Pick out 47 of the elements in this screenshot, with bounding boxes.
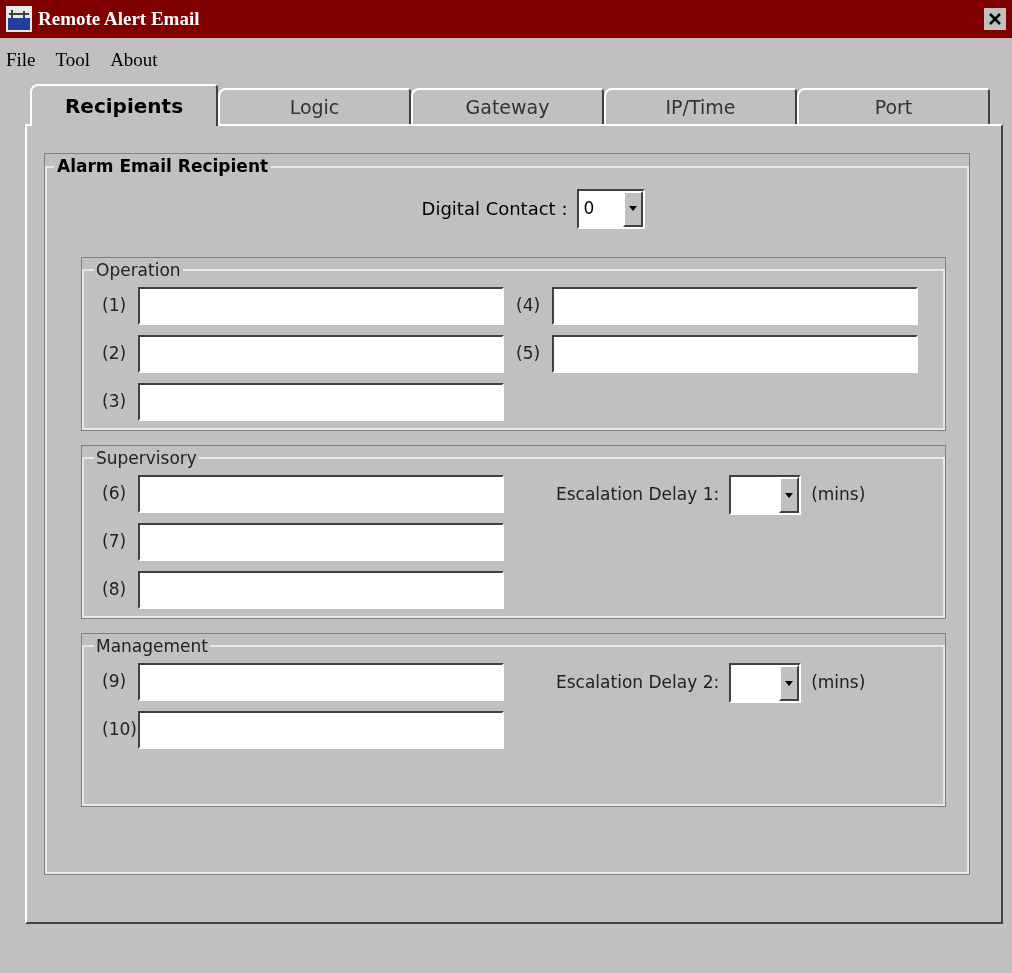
menu-item[interactable]: About bbox=[110, 45, 158, 75]
menu-item[interactable]: File bbox=[6, 45, 36, 75]
dropdown[interactable]: 0 bbox=[577, 188, 646, 229]
field-label: (3) bbox=[102, 390, 128, 414]
section-title: Supervisory bbox=[95, 446, 198, 470]
section-title: Operation bbox=[95, 258, 182, 282]
section-title: Management bbox=[95, 634, 209, 658]
tab[interactable]: Recipients bbox=[30, 84, 218, 126]
field-label: (2) bbox=[102, 342, 128, 366]
field-label: (8) bbox=[102, 578, 128, 602]
field-label: (5) bbox=[516, 342, 542, 366]
dropdown[interactable] bbox=[729, 475, 802, 515]
email-field[interactable] bbox=[138, 571, 504, 609]
field-label: (9) bbox=[102, 670, 128, 694]
escalation-label: Escalation Delay 2: bbox=[556, 671, 720, 695]
field-label: (4) bbox=[516, 294, 542, 318]
field-label: (10) bbox=[102, 718, 138, 742]
unit-label: (mins) bbox=[811, 671, 866, 695]
unit-label: (mins) bbox=[811, 483, 866, 507]
email-field[interactable] bbox=[138, 287, 504, 325]
email-field[interactable] bbox=[552, 335, 918, 373]
email-field[interactable] bbox=[138, 663, 504, 701]
tab[interactable]: Logic bbox=[218, 88, 411, 124]
caret-down-icon bbox=[785, 680, 794, 686]
group-title: Alarm Email Recipient bbox=[56, 155, 270, 178]
caret-down-icon bbox=[629, 206, 638, 211]
menu-item[interactable]: Tool bbox=[55, 45, 91, 75]
email-field[interactable] bbox=[552, 287, 918, 325]
caret-down-icon bbox=[785, 492, 794, 498]
digital-contact-label: Digital Contact : bbox=[421, 197, 568, 221]
field-label: (6) bbox=[102, 482, 128, 506]
window-title: Remote Alert Email bbox=[38, 6, 201, 31]
tab[interactable]: IP/Time bbox=[604, 88, 797, 124]
email-field[interactable] bbox=[138, 523, 504, 561]
close-button[interactable] bbox=[984, 8, 1006, 30]
app-icon bbox=[6, 6, 32, 32]
close-icon bbox=[989, 13, 1001, 25]
dropdown[interactable] bbox=[729, 663, 802, 703]
field-label: (7) bbox=[102, 530, 128, 554]
email-field[interactable] bbox=[138, 475, 504, 513]
email-field[interactable] bbox=[138, 711, 504, 749]
escalation-label: Escalation Delay 1: bbox=[556, 483, 720, 507]
email-field[interactable] bbox=[138, 335, 504, 373]
email-field[interactable] bbox=[138, 383, 504, 421]
tab[interactable]: Port bbox=[797, 88, 990, 124]
field-label: (1) bbox=[102, 294, 128, 318]
tab[interactable]: Gateway bbox=[411, 88, 604, 124]
